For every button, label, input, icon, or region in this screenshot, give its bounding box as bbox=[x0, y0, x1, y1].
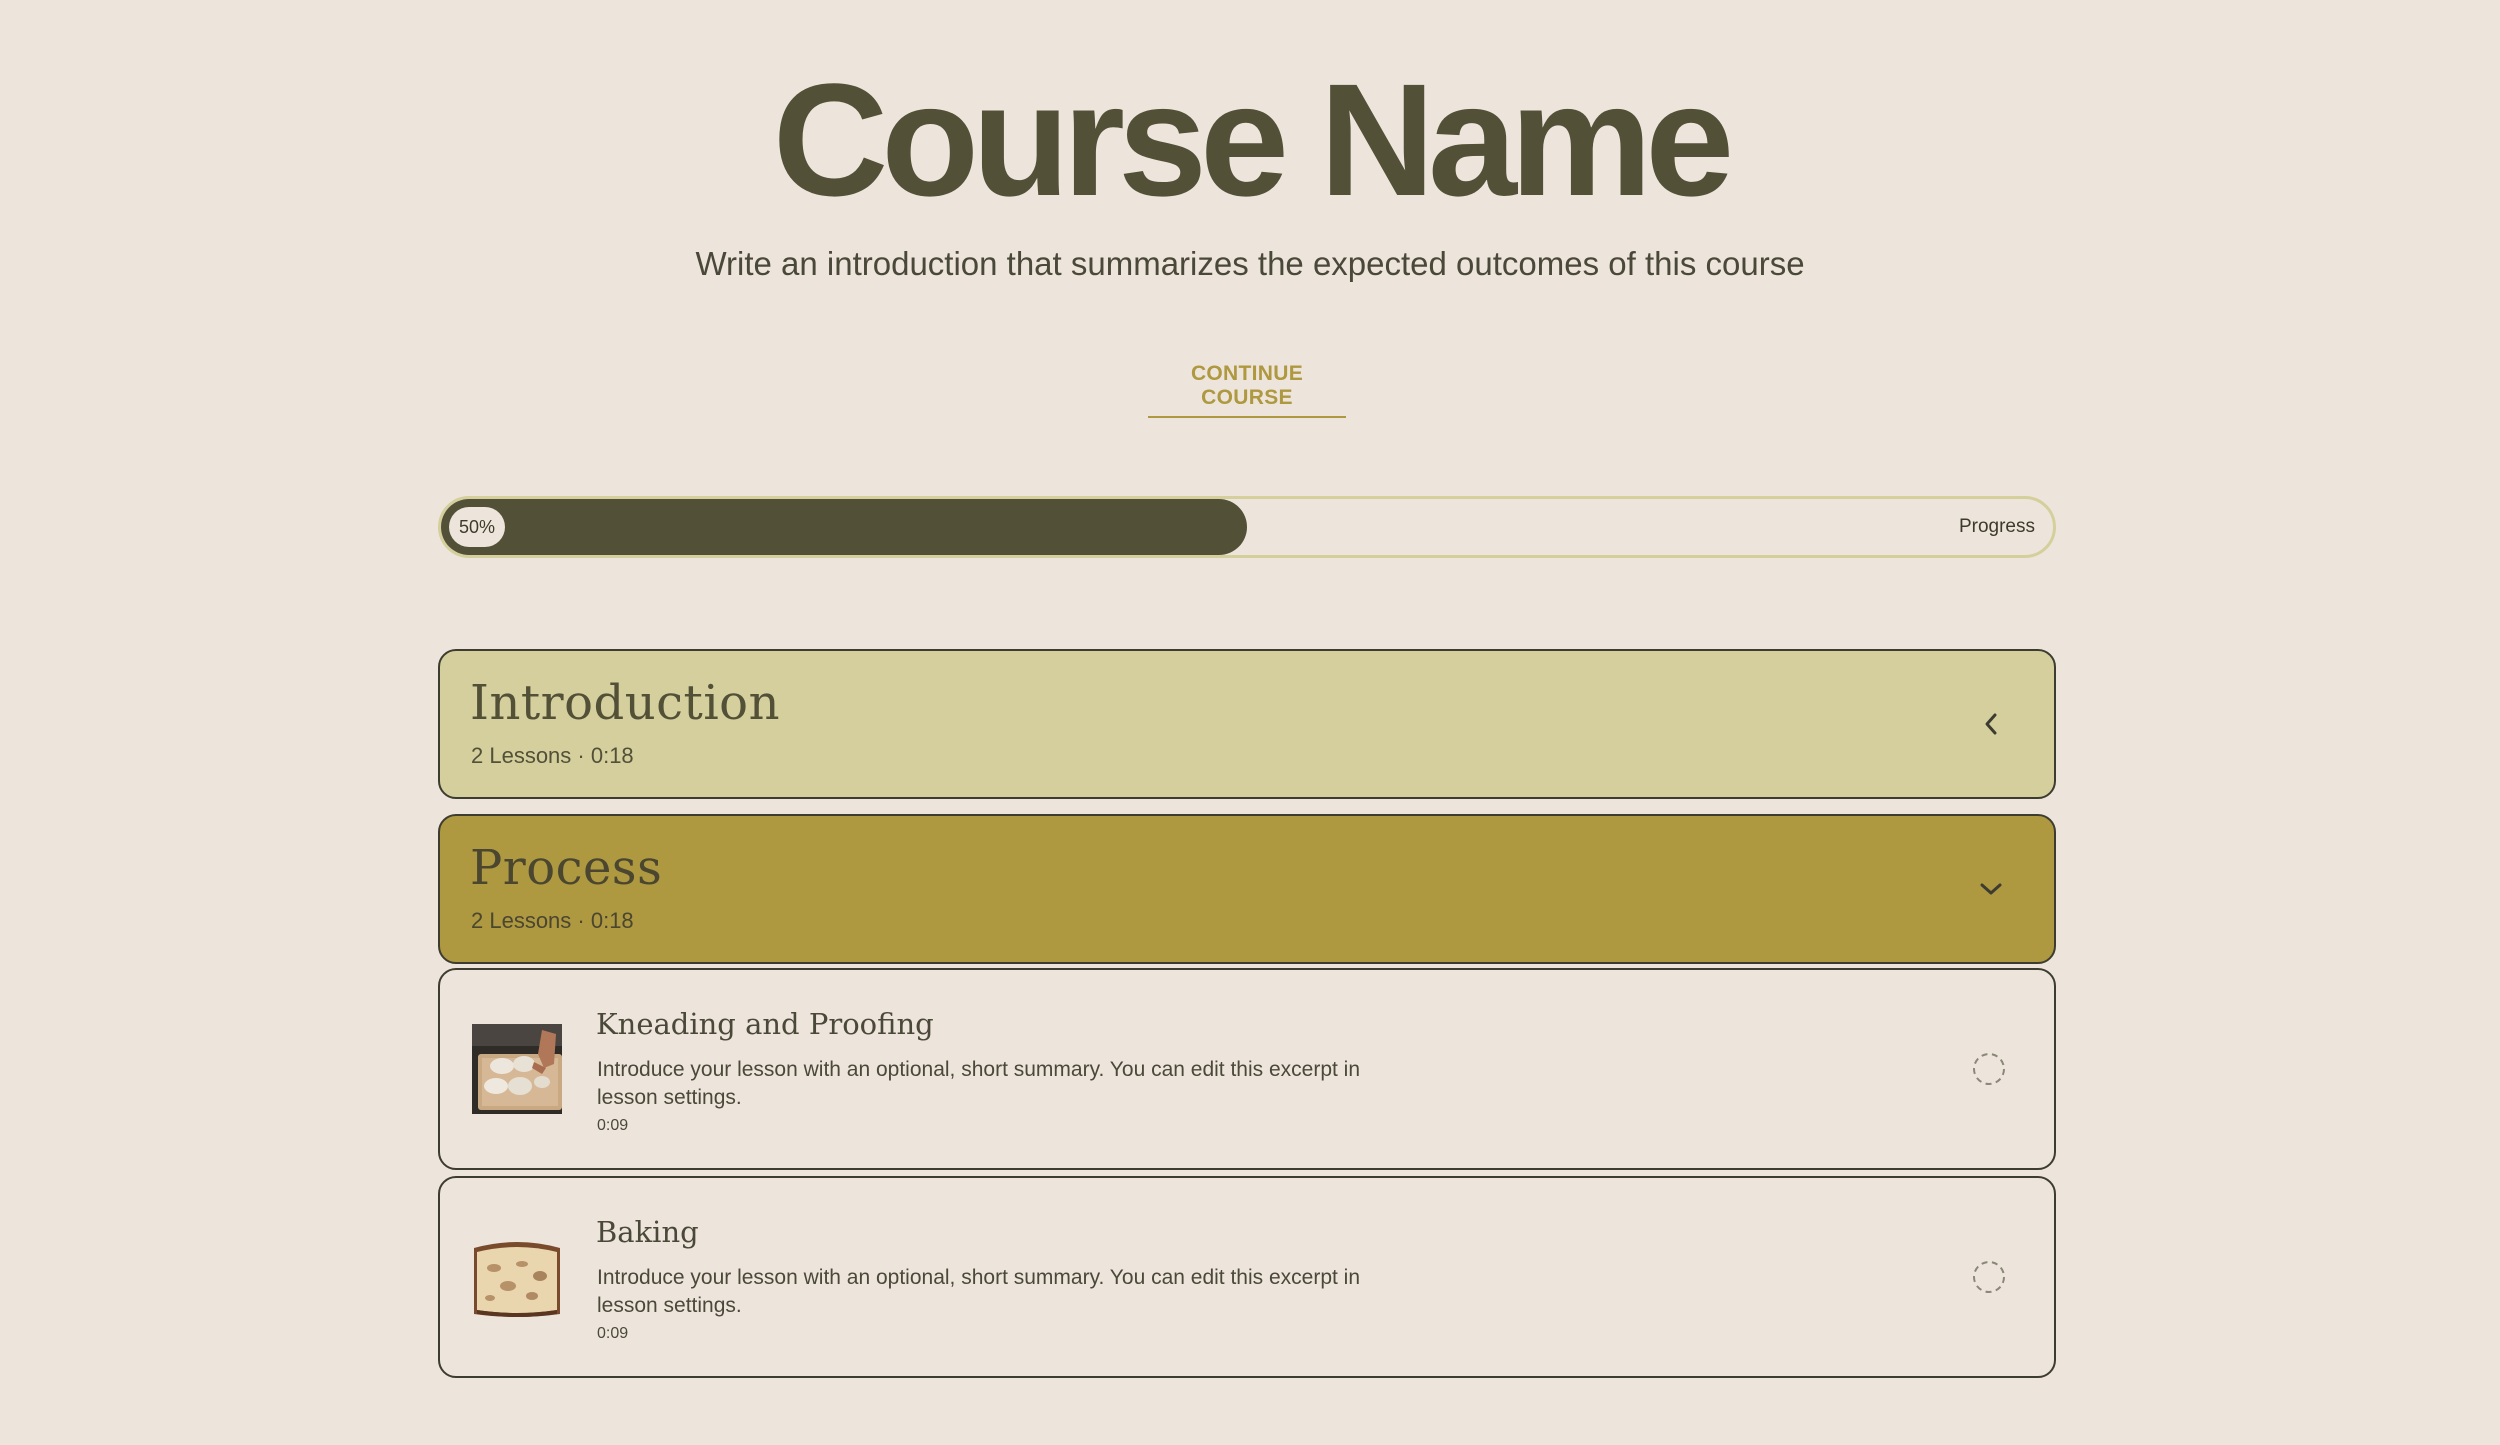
incomplete-circle-icon[interactable] bbox=[1972, 1260, 2006, 1294]
chevron-down-icon[interactable] bbox=[1974, 872, 2008, 906]
module-introduction[interactable]: Introduction 2 Lessons · 0:18 bbox=[438, 649, 2056, 799]
lesson-summary: Introduce your lesson with an optional, … bbox=[597, 1058, 1361, 1109]
progress-label: Progress bbox=[1958, 516, 2035, 537]
lesson-title: Baking bbox=[596, 1215, 699, 1249]
course-progress-bar: 50% Progress bbox=[438, 496, 2056, 558]
bread-image bbox=[472, 1232, 562, 1322]
dough-image bbox=[472, 1024, 562, 1114]
continue-course-link[interactable]: CONTINUE COURSE bbox=[1148, 362, 1346, 418]
lesson-item[interactable]: Kneading and Proofing Introduce your les… bbox=[438, 968, 2056, 1170]
module-meta: 2 Lessons · 0:18 bbox=[471, 908, 634, 933]
lesson-item[interactable]: Baking Introduce your lesson with an opt… bbox=[438, 1176, 2056, 1378]
lesson-duration: 0:09 bbox=[597, 1325, 629, 1342]
course-page: Course Name Write an introduction that s… bbox=[0, 0, 2500, 1445]
module-title: Introduction bbox=[470, 675, 780, 731]
module-title: Process bbox=[470, 840, 663, 896]
course-title: Course Name bbox=[772, 50, 1734, 229]
lesson-title: Kneading and Proofing bbox=[596, 1007, 934, 1041]
lesson-summary: Introduce your lesson with an optional, … bbox=[597, 1266, 1361, 1317]
course-intro: Write an introduction that summarizes th… bbox=[695, 245, 1805, 282]
module-process[interactable]: Process 2 Lessons · 0:18 bbox=[438, 814, 2056, 964]
progress-fill bbox=[441, 499, 1247, 555]
chevron-left-icon[interactable] bbox=[1974, 707, 2008, 741]
incomplete-circle-icon[interactable] bbox=[1972, 1052, 2006, 1086]
lesson-duration: 0:09 bbox=[597, 1117, 629, 1134]
progress-percent: 50% bbox=[449, 507, 505, 547]
module-meta: 2 Lessons · 0:18 bbox=[471, 743, 634, 768]
